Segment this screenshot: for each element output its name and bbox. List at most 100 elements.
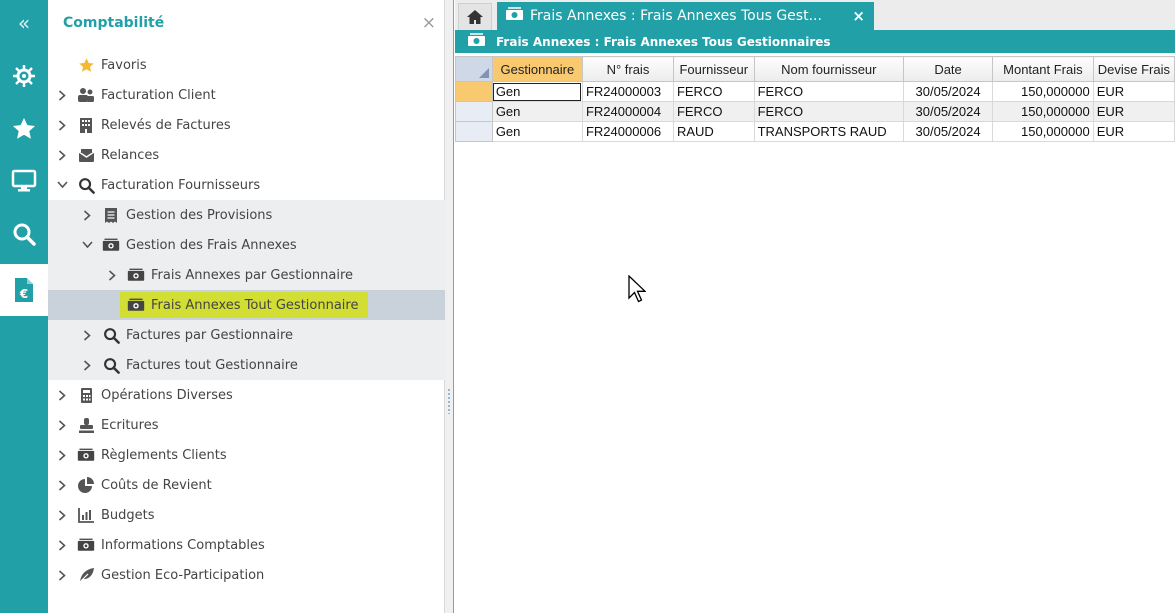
chevron-right-icon[interactable] [56,419,68,431]
table-cell[interactable]: Gen [491,121,583,142]
column-header[interactable]: Montant Frais [992,56,1094,82]
mouse-cursor-icon [628,275,646,303]
chevron-right-icon[interactable] [56,89,68,101]
nav-item-factures-tout-gestionnaire[interactable]: Factures tout Gestionnaire [48,350,445,380]
table-cell[interactable]: FR24000004 [581,101,674,122]
table-cell[interactable]: FR24000003 [581,81,674,102]
star-icon [12,117,36,139]
nav-item-frais-annexes-tout-gestionnaire[interactable]: Frais Annexes Tout Gestionnaire [48,290,445,320]
money-icon [467,32,486,51]
chevron-right-icon[interactable] [81,329,93,341]
nav-item-releves-de-factures[interactable]: Relevés de Factures [48,110,445,140]
chevron-right-icon[interactable] [56,539,68,551]
nav-item-label: Facturation Client [101,87,216,103]
nav-item-relances[interactable]: Relances [48,140,445,170]
chevron-right-icon[interactable] [56,119,68,131]
rail-search-button[interactable] [0,211,48,257]
chevron-right-icon[interactable] [106,269,118,281]
chevron-right-icon[interactable] [56,149,68,161]
nav-item-label: Factures par Gestionnaire [126,327,294,343]
panel-splitter[interactable] [445,0,454,613]
table-cell[interactable]: FR24000006 [581,121,674,142]
rail-helm-button[interactable] [0,53,48,99]
nav-item-gestion-eco-participation[interactable]: Gestion Eco-Participation [48,560,445,590]
row-header[interactable] [455,101,493,122]
tab-home[interactable] [458,3,492,30]
select-all-corner[interactable] [455,56,493,82]
nav-item-factures-par-gestionnaire[interactable]: Factures par Gestionnaire [48,320,445,350]
tab-frais-annexes[interactable]: Frais Annexes : Frais Annexes Tous Gest.… [497,2,874,30]
table-cell[interactable]: 30/05/2024 [903,121,994,142]
chevron-right-icon[interactable] [81,359,93,371]
helm-icon [13,65,35,87]
nav-item-label: Ecritures [101,417,159,433]
home-icon [467,10,483,24]
table-row[interactable]: Gen FR24000006 RAUD TRANSPORTS RAUD 30/05/20… [455,121,1175,142]
nav-item-gestion-des-frais-annexes[interactable]: Gestion des Frais Annexes [48,230,445,260]
nav-item-ecritures[interactable]: Ecritures [48,410,445,440]
table-cell[interactable]: TRANSPORTS RAUD [753,121,905,142]
row-header[interactable] [455,121,493,142]
table-cell[interactable]: RAUD [672,121,755,142]
rail-accounting-button[interactable]: € [0,264,48,316]
star-icon [77,56,95,74]
table-cell[interactable]: FERCO [672,101,755,122]
chevron-right-icon[interactable] [56,479,68,491]
row-header[interactable] [455,81,493,102]
table-cell[interactable]: 30/05/2024 [903,101,994,122]
nav-item-gestion-des-provisions[interactable]: Gestion des Provisions [48,200,445,230]
nav-item-reglements-clients[interactable]: Règlements Clients [48,440,445,470]
column-header[interactable]: N° frais [581,56,674,82]
nav-item-couts-de-revient[interactable]: Coûts de Revient [48,470,445,500]
column-header[interactable]: Nom fournisseur [753,56,905,82]
table-cell[interactable]: FERCO [753,101,905,122]
nav-item-favoris[interactable]: Favoris [48,50,445,80]
table-cell[interactable]: EUR [1092,101,1175,122]
splitter-grip[interactable] [448,388,450,414]
nav-item-operations-diverses[interactable]: Opérations Diverses [48,380,445,410]
table-row[interactable]: Gen FR24000003 FERCO FERCO 30/05/2024 150,000… [455,81,1175,102]
chevron-right-icon[interactable] [81,209,93,221]
chevron-down-icon[interactable] [56,179,68,191]
collapse-rail-button[interactable]: « [0,0,48,46]
nav-item-label: Budgets [101,507,155,523]
column-header[interactable]: Fournisseur [672,56,755,82]
chevron-down-icon[interactable] [81,239,93,251]
nav-item-frais-annexes-par-gestionnaire[interactable]: Frais Annexes par Gestionnaire [48,260,445,290]
column-header[interactable]: Gestionnaire [491,56,583,82]
table-row[interactable]: Gen FR24000004 FERCO FERCO 30/05/2024 150,000… [455,101,1175,122]
table-cell[interactable]: FERCO [672,81,755,102]
table-cell[interactable]: EUR [1092,81,1175,102]
receipt-icon [102,206,120,224]
nav-item-label: Frais Annexes Tout Gestionnaire [151,297,359,313]
nav-item-budgets[interactable]: Budgets [48,500,445,530]
table-cell[interactable]: EUR [1092,121,1175,142]
euro-document-icon: € [15,278,33,302]
nav-close-button[interactable]: × [422,13,436,33]
fees-table: Gestionnaire N° frais Fournisseur Nom fourn… [455,56,1175,142]
nav-item-facturation-client[interactable]: Facturation Client [48,80,445,110]
money-icon [102,236,120,254]
table-cell[interactable]: 150,000000 [992,81,1094,102]
chevron-right-icon[interactable] [56,449,68,461]
chevron-right-icon[interactable] [56,569,68,581]
table-cell[interactable]: 150,000000 [992,101,1094,122]
tab-close-button[interactable]: × [852,7,865,25]
column-header[interactable]: Date [903,56,994,82]
nav-item-informations-comptables[interactable]: Informations Comptables [48,530,445,560]
rail-monitor-button[interactable] [0,158,48,204]
money-icon [127,266,145,284]
users-icon [77,86,95,104]
nav-item-label: Relevés de Factures [101,117,231,133]
column-header[interactable]: Devise Frais [1092,56,1175,82]
table-cell[interactable]: FERCO [753,81,905,102]
svg-text:€: € [19,287,28,301]
chevron-right-icon[interactable] [56,389,68,401]
chevron-right-icon[interactable] [56,509,68,521]
table-cell[interactable]: Gen [491,81,583,102]
nav-item-facturation-fournisseurs[interactable]: Facturation Fournisseurs [48,170,445,200]
table-cell[interactable]: Gen [491,101,583,122]
table-cell[interactable]: 30/05/2024 [903,81,994,102]
rail-favorites-button[interactable] [0,106,48,152]
table-cell[interactable]: 150,000000 [992,121,1094,142]
